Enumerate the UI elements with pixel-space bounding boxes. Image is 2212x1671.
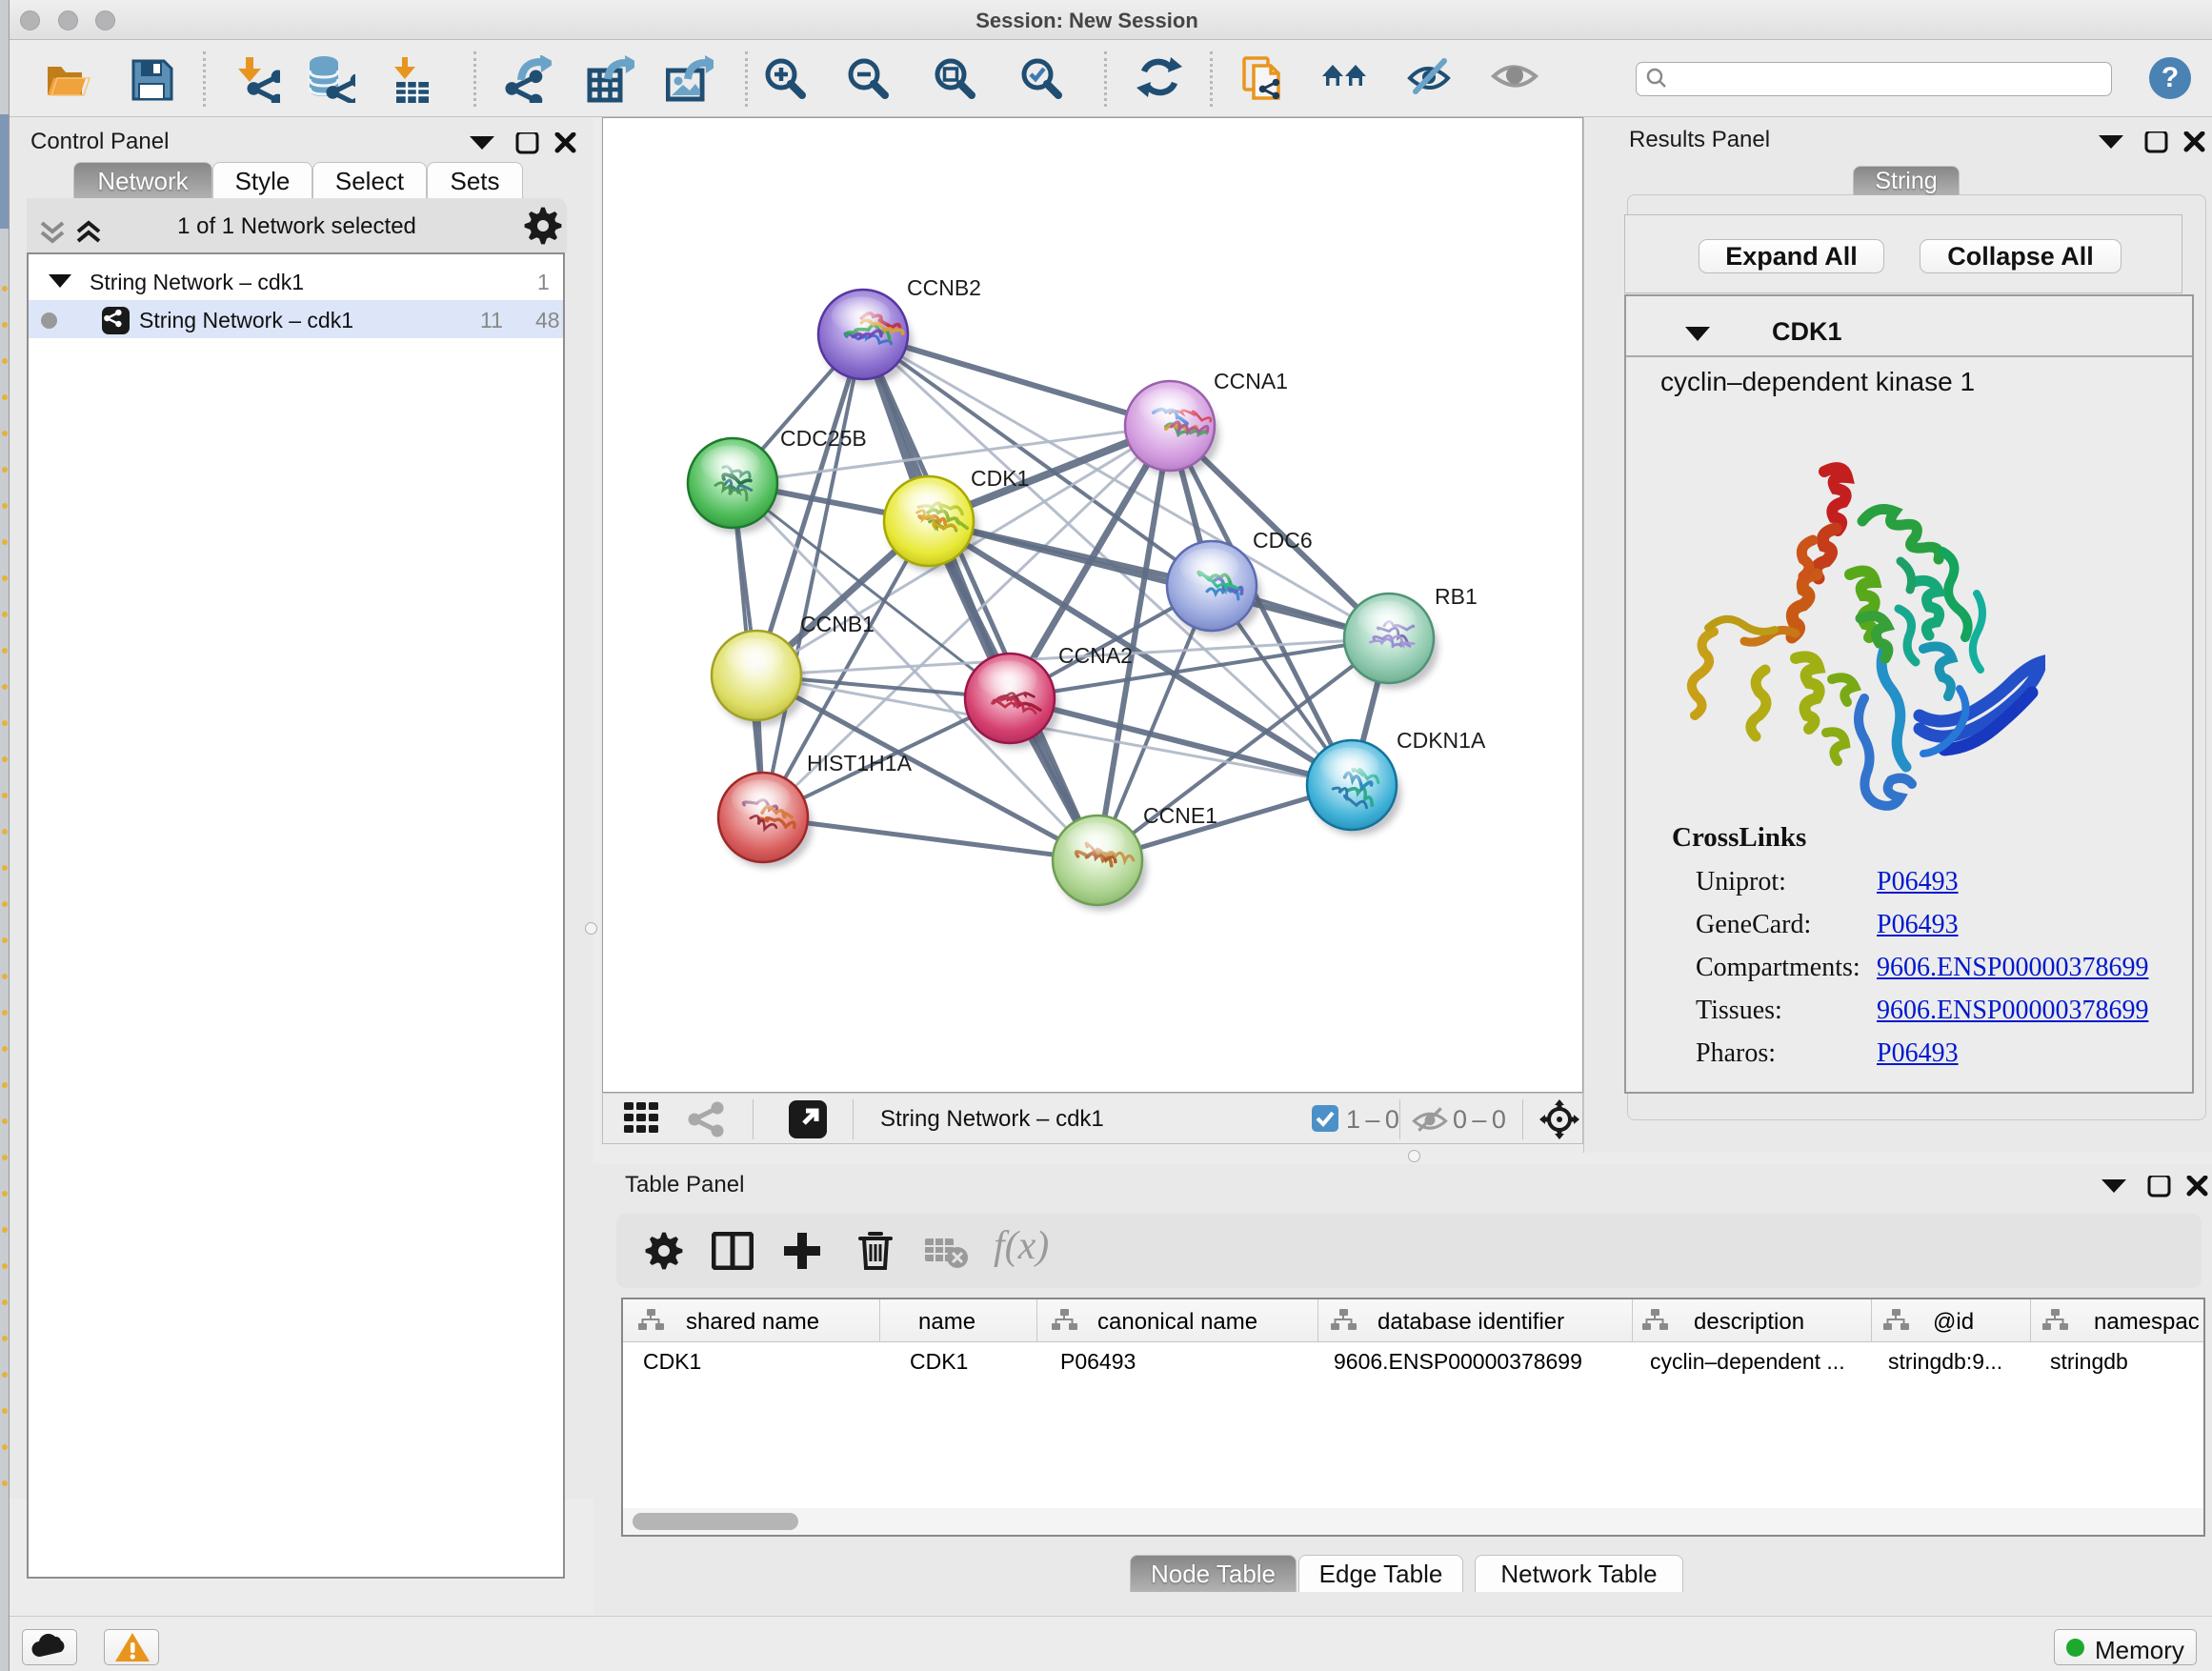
svg-text:CCNB1: CCNB1: [800, 612, 875, 636]
svg-text:CCNA1: CCNA1: [1214, 369, 1288, 393]
svg-text:CDC6: CDC6: [1253, 528, 1313, 553]
svg-text:HIST1H1A: HIST1H1A: [807, 751, 913, 775]
svg-text:RB1: RB1: [1435, 584, 1478, 609]
svg-text:CCNE1: CCNE1: [1143, 803, 1217, 828]
svg-text:CDC25B: CDC25B: [780, 426, 867, 451]
svg-text:CDK1: CDK1: [971, 466, 1029, 491]
svg-text:CDKN1A: CDKN1A: [1397, 728, 1486, 753]
svg-text:CCNB2: CCNB2: [907, 275, 981, 300]
svg-text:CCNA2: CCNA2: [1058, 643, 1133, 668]
